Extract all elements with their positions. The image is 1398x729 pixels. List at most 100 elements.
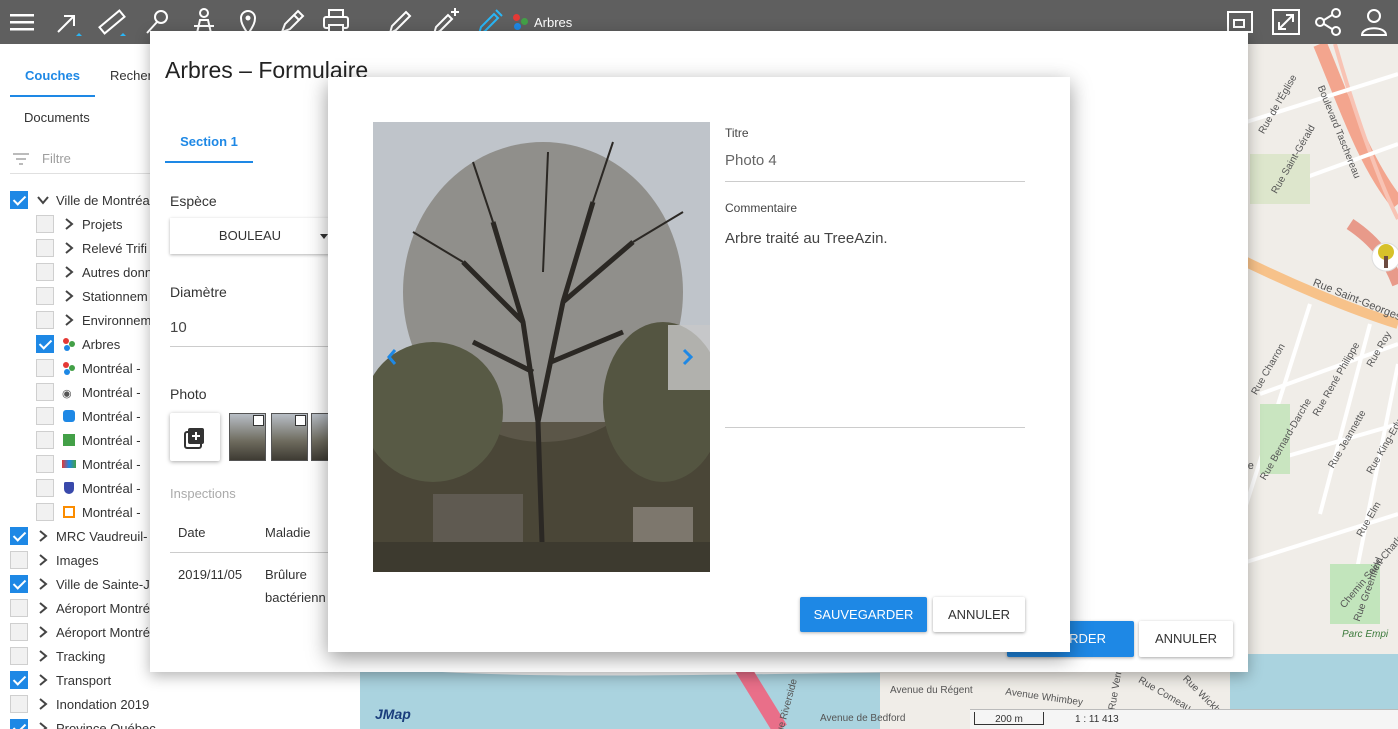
layer-row[interactable]: Aéroport Montré <box>10 620 150 644</box>
layer-row[interactable]: Aéroport Montré <box>10 596 150 620</box>
chevron-right-icon[interactable] <box>62 265 76 279</box>
layer-checkbox[interactable] <box>36 359 54 377</box>
chevron-right-icon[interactable] <box>62 217 76 231</box>
layer-label: Montréal - <box>82 456 141 472</box>
chevron-right-icon[interactable] <box>36 673 50 687</box>
layer-row[interactable]: Montréal - <box>36 452 141 476</box>
layer-row[interactable]: Province Québec <box>10 716 156 729</box>
layer-label: Ville de Sainte-J <box>56 576 150 592</box>
remove-photo-icon[interactable] <box>253 415 264 426</box>
shield-icon <box>62 481 76 495</box>
fullscreen-icon[interactable] <box>1270 6 1302 38</box>
map-label: Avenue du Régent <box>890 685 973 696</box>
photo-thumbnail[interactable] <box>271 413 308 461</box>
layer-checkbox[interactable] <box>36 431 54 449</box>
layer-checkbox[interactable] <box>10 575 28 593</box>
select-arrow-icon[interactable] <box>52 6 84 38</box>
layer-row[interactable]: Images <box>10 548 99 572</box>
layer-row[interactable]: Montréal - <box>36 356 141 380</box>
chevron-right-icon[interactable] <box>36 529 50 543</box>
layer-label: Ville de Montréa <box>56 192 150 208</box>
chevron-right-icon[interactable] <box>36 649 50 663</box>
menu-icon[interactable] <box>6 6 38 38</box>
chevron-right-icon[interactable] <box>62 241 76 255</box>
layer-checkbox[interactable] <box>10 623 28 641</box>
layer-row[interactable]: Tracking <box>10 644 105 668</box>
layer-checkbox[interactable] <box>10 191 28 209</box>
layer-row[interactable]: Projets <box>36 212 122 236</box>
tab-couches[interactable]: Couches <box>10 54 95 97</box>
layer-row[interactable]: Montréal - <box>36 404 141 428</box>
layer-row[interactable]: MRC Vaudreuil- <box>10 524 148 548</box>
measure-ruler-icon[interactable] <box>96 6 128 38</box>
chevron-right-icon[interactable] <box>62 313 76 327</box>
layer-checkbox[interactable] <box>36 215 54 233</box>
espece-select[interactable]: BOULEAU <box>170 218 330 254</box>
titre-input[interactable]: Photo 4 <box>725 152 1025 182</box>
layer-row[interactable]: Stationnem <box>36 284 148 308</box>
layer-row[interactable]: Ville de Sainte-J <box>10 572 150 596</box>
layer-checkbox[interactable] <box>10 647 28 665</box>
photo-cancel-button[interactable]: ANNULER <box>933 597 1025 632</box>
layer-row[interactable]: Relevé Trifi <box>36 236 147 260</box>
filter-input[interactable]: Filtre <box>10 144 150 174</box>
layer-row[interactable]: Ville de Montréa <box>10 188 150 212</box>
add-photo-button[interactable] <box>170 413 220 461</box>
layer-label: Relevé Trifi <box>82 240 148 256</box>
bike-icon: ◉ <box>62 388 72 400</box>
form-cancel-button[interactable]: ANNULER <box>1139 621 1233 657</box>
layer-checkbox[interactable] <box>36 335 54 353</box>
layer-checkbox[interactable] <box>10 719 28 729</box>
diametre-input[interactable]: 10 <box>170 319 330 347</box>
layer-row[interactable]: ◉ Montréal - <box>36 380 141 404</box>
layer-label: Projets <box>82 216 123 232</box>
layer-label: Autres donn <box>82 264 153 280</box>
layer-checkbox[interactable] <box>36 455 54 473</box>
layer-row[interactable]: Montréal - <box>36 428 141 452</box>
orange-layer-icon <box>62 505 76 519</box>
chevron-right-icon[interactable] <box>62 289 76 303</box>
layer-checkbox[interactable] <box>36 503 54 521</box>
chevron-right-icon[interactable] <box>36 553 50 567</box>
layer-checkbox[interactable] <box>36 287 54 305</box>
photo-thumbnail[interactable] <box>229 413 266 461</box>
remove-photo-icon[interactable] <box>295 415 306 426</box>
layer-checkbox[interactable] <box>36 479 54 497</box>
chevron-right-icon[interactable] <box>36 721 50 729</box>
layer-checkbox[interactable] <box>36 383 54 401</box>
commentaire-textarea[interactable]: Arbre traité au TreeAzin. <box>725 230 1025 428</box>
chevron-right-icon[interactable] <box>36 601 50 615</box>
layer-checkbox[interactable] <box>36 263 54 281</box>
chevron-right-icon[interactable] <box>36 577 50 591</box>
layer-row[interactable]: Autres donn <box>36 260 152 284</box>
layer-checkbox[interactable] <box>10 527 28 545</box>
chevron-right-icon[interactable] <box>36 697 50 711</box>
share-icon[interactable] <box>1312 6 1344 38</box>
tab-recherche[interactable]: Recher <box>110 54 152 97</box>
filter-placeholder: Filtre <box>42 151 71 166</box>
chevron-down-icon[interactable] <box>36 193 50 207</box>
photo-save-button[interactable]: SAUVEGARDER <box>800 597 927 632</box>
chevron-left-icon <box>387 349 397 365</box>
layer-row[interactable]: Montréal - <box>36 476 141 500</box>
tab-documents[interactable]: Documents <box>24 108 90 128</box>
layer-row[interactable]: Transport <box>10 668 111 692</box>
layer-checkbox[interactable] <box>36 311 54 329</box>
layer-checkbox[interactable] <box>10 599 28 617</box>
layer-label: Montréal - <box>82 408 141 424</box>
user-icon[interactable] <box>1358 6 1390 38</box>
layer-checkbox[interactable] <box>36 407 54 425</box>
layer-checkbox[interactable] <box>10 671 28 689</box>
next-photo-button[interactable] <box>668 325 710 390</box>
layer-row[interactable]: Environnem <box>36 308 151 332</box>
layer-row[interactable]: Montréal - <box>36 500 141 524</box>
prev-photo-button[interactable] <box>385 348 399 366</box>
tab-section-1[interactable]: Section 1 <box>165 121 253 163</box>
layer-checkbox[interactable] <box>10 695 28 713</box>
map-label: Avenue de Bedford <box>820 713 906 724</box>
layer-checkbox[interactable] <box>36 239 54 257</box>
layer-row[interactable]: Inondation 2019 <box>10 692 149 716</box>
chevron-right-icon[interactable] <box>36 625 50 639</box>
layer-checkbox[interactable] <box>10 551 28 569</box>
layer-row[interactable]: Arbres <box>36 332 120 356</box>
